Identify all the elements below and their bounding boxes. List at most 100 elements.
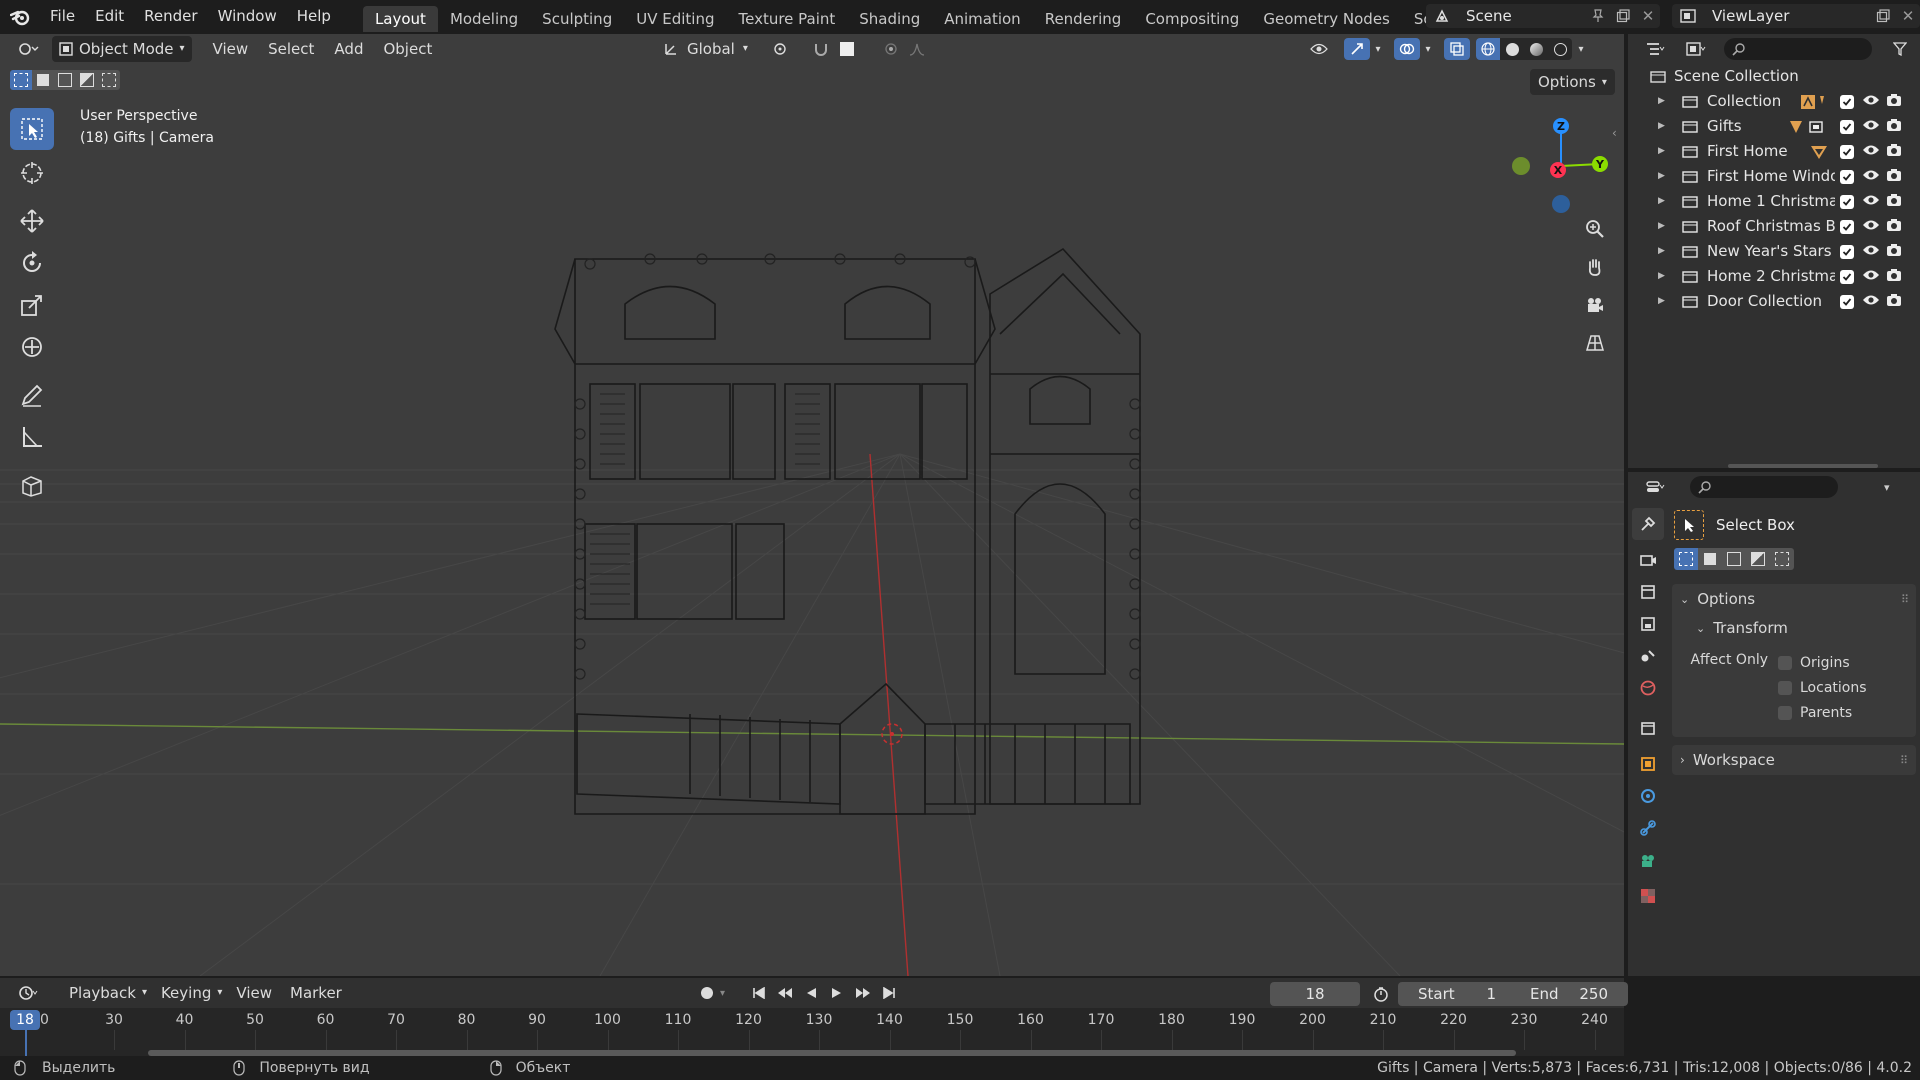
pin-scene-icon[interactable] xyxy=(1586,4,1610,28)
outliner-scrollbar[interactable] xyxy=(1728,464,1878,468)
chevron-down-icon[interactable]: ▾ xyxy=(1884,481,1890,494)
camera-render-icon[interactable] xyxy=(1886,240,1902,265)
zoom-icon[interactable] xyxy=(1578,212,1612,246)
measure-tool[interactable] xyxy=(10,416,54,458)
eye-icon[interactable] xyxy=(1862,140,1880,165)
camera-render-icon[interactable] xyxy=(1886,90,1902,115)
pan-hand-icon[interactable] xyxy=(1578,250,1612,284)
editor-type-icon[interactable] xyxy=(10,36,46,62)
tab-sculpting[interactable]: Sculpting xyxy=(530,6,624,32)
play-reverse-icon[interactable] xyxy=(798,982,824,1004)
falloff-curve-icon[interactable] xyxy=(904,38,930,60)
outliner-item-4[interactable]: ▶ Home 1 Christmas xyxy=(1628,189,1920,214)
view-layer-tab-icon[interactable] xyxy=(1632,608,1664,640)
disclosure-triangle-icon[interactable]: ▶ xyxy=(1658,114,1670,139)
rendered-shading-icon[interactable] xyxy=(1548,38,1572,60)
properties-editor-type-icon[interactable] xyxy=(1636,475,1674,499)
tab-shading[interactable]: Shading xyxy=(847,6,932,32)
new-view-layer-icon[interactable] xyxy=(1870,4,1896,28)
select-intersect-icon[interactable] xyxy=(1770,548,1794,570)
annotate-tool[interactable] xyxy=(10,374,54,416)
drag-handle-icon[interactable]: ⠿ xyxy=(1900,754,1908,767)
eye-icon[interactable] xyxy=(1862,240,1880,265)
delete-view-layer-icon[interactable]: ✕ xyxy=(1896,4,1920,28)
3d-viewport[interactable]: Object Mode ▾ View Select Add Object Glo… xyxy=(0,34,1624,976)
disclosure-triangle-icon[interactable]: ▶ xyxy=(1658,89,1670,114)
exclude-checkbox[interactable] xyxy=(1840,270,1854,284)
disclosure-triangle-icon[interactable]: ▶ xyxy=(1658,164,1670,189)
object-tab-icon[interactable] xyxy=(1632,748,1664,780)
view-layer-icon[interactable] xyxy=(1672,4,1704,28)
camera-render-icon[interactable] xyxy=(1886,115,1902,140)
camera-render-icon[interactable] xyxy=(1886,265,1902,290)
pivot-point-icon[interactable] xyxy=(762,38,798,60)
outliner-search-input[interactable] xyxy=(1724,38,1872,60)
camera-render-icon[interactable] xyxy=(1886,165,1902,190)
constraints-tab-icon[interactable] xyxy=(1632,812,1664,844)
exclude-checkbox[interactable] xyxy=(1840,245,1854,259)
outliner-editor-type-icon[interactable] xyxy=(1636,37,1674,61)
tab-texture-paint[interactable]: Texture Paint xyxy=(726,6,847,32)
render-tab-icon[interactable] xyxy=(1632,544,1664,576)
visibility-icon[interactable] xyxy=(1302,38,1336,60)
scene-selector-icon[interactable] xyxy=(1426,4,1458,28)
wireframe-shading-icon[interactable] xyxy=(1476,38,1500,60)
camera-view-icon[interactable] xyxy=(1578,288,1612,322)
scene-name-field[interactable]: Scene xyxy=(1458,4,1586,28)
disclosure-triangle-icon[interactable]: ▶ xyxy=(1658,139,1670,164)
select-invert-icon[interactable] xyxy=(1746,548,1770,570)
select-extend-icon[interactable] xyxy=(32,70,54,90)
tool-tab-icon[interactable] xyxy=(1632,508,1664,540)
exclude-checkbox[interactable] xyxy=(1840,170,1854,184)
preview-range-icon[interactable] xyxy=(1370,984,1392,1004)
blender-logo-icon[interactable] xyxy=(0,0,40,34)
scene-collection-row[interactable]: Scene Collection xyxy=(1628,64,1920,89)
jump-start-icon[interactable] xyxy=(746,982,772,1004)
tab-layout[interactable]: Layout xyxy=(362,6,438,32)
collapse-sidebar-icon[interactable]: ‹ xyxy=(1612,126,1617,140)
playback-menu[interactable]: Playback ▾ xyxy=(62,980,154,1006)
tab-uv-editing[interactable]: UV Editing xyxy=(624,6,726,32)
outliner-item-5[interactable]: ▶ Roof Christmas Ball xyxy=(1628,214,1920,239)
camera-render-icon[interactable] xyxy=(1886,140,1902,165)
timeline-view-menu[interactable]: View xyxy=(229,980,279,1006)
modifiers-tab-icon[interactable] xyxy=(1632,780,1664,812)
viewport-options-button[interactable]: Options ▾ xyxy=(1530,69,1615,95)
exclude-checkbox[interactable] xyxy=(1840,120,1854,134)
options-header[interactable]: ⌄ Options ⠿ xyxy=(1672,584,1916,614)
menu-select[interactable]: Select xyxy=(261,36,321,62)
outliner-item-3[interactable]: ▶ First Home Window xyxy=(1628,164,1920,189)
select-box-tool[interactable] xyxy=(10,108,54,150)
parents-checkbox[interactable]: Parents xyxy=(1778,700,1867,725)
move-tool[interactable] xyxy=(10,200,54,242)
transform-subheader[interactable]: ⌄ Transform xyxy=(1672,614,1916,642)
disclosure-triangle-icon[interactable]: ▶ xyxy=(1658,189,1670,214)
navigation-gizmo[interactable]: Z Y X xyxy=(1500,104,1610,214)
current-frame-field[interactable]: 18 xyxy=(1270,982,1360,1006)
cursor-tool[interactable] xyxy=(10,152,54,194)
xray-toggle-icon[interactable] xyxy=(1444,38,1470,60)
select-intersect-icon[interactable] xyxy=(98,70,120,90)
menu-object[interactable]: Object xyxy=(376,36,439,62)
disclosure-triangle-icon[interactable]: ▶ xyxy=(1658,239,1670,264)
rotate-tool[interactable] xyxy=(10,242,54,284)
frame-ruler[interactable]: 0 30 40 50 60 70 80 90 100 110 120 130 140 150 160 170 1… xyxy=(0,1008,1624,1056)
workspace-section[interactable]: › Workspace ⠿ xyxy=(1672,745,1916,775)
camera-render-icon[interactable] xyxy=(1886,215,1902,240)
tab-compositing[interactable]: Compositing xyxy=(1133,6,1251,32)
menu-window[interactable]: Window xyxy=(208,0,287,34)
chevron-down-icon[interactable]: ▾ xyxy=(1370,44,1386,55)
chevron-down-icon[interactable]: ▾ xyxy=(720,988,736,999)
start-frame-field[interactable]: Start 1 xyxy=(1398,982,1518,1006)
camera-render-icon[interactable] xyxy=(1886,190,1902,215)
exclude-checkbox[interactable] xyxy=(1840,220,1854,234)
outliner-item-8[interactable]: ▶ Door Collection xyxy=(1628,289,1920,314)
eye-icon[interactable] xyxy=(1862,115,1880,140)
play-icon[interactable] xyxy=(824,982,850,1004)
solid-shading-icon[interactable] xyxy=(1500,38,1524,60)
eye-icon[interactable] xyxy=(1862,215,1880,240)
disclosure-triangle-icon[interactable]: ▶ xyxy=(1658,289,1670,314)
exclude-checkbox[interactable] xyxy=(1840,195,1854,209)
select-invert-icon[interactable] xyxy=(76,70,98,90)
eye-icon[interactable] xyxy=(1862,290,1880,315)
